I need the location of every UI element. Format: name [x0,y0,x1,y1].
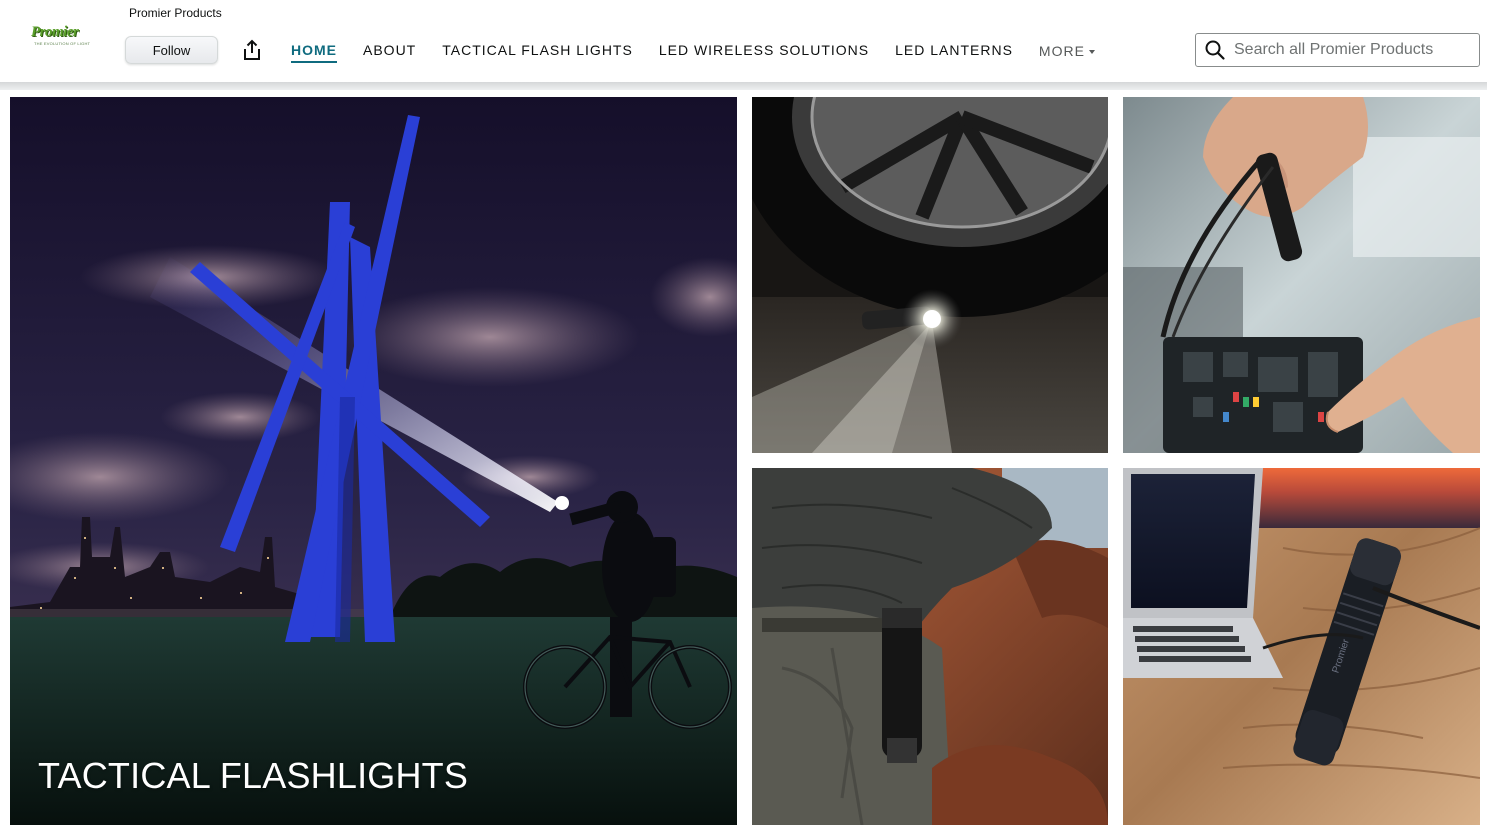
follow-button[interactable]: Follow [125,36,218,64]
store-search[interactable] [1195,33,1480,67]
brand-name[interactable]: Promier Products [129,6,222,20]
nav-led-lanterns[interactable]: LED LANTERNS [895,42,1013,63]
header-divider [0,82,1487,90]
tile-flashlight-fuse-box[interactable] [1123,97,1480,453]
caret-down-icon [1088,49,1095,54]
store-header: Promier THE EVOLUTION OF LIGHT Promier P… [0,0,1487,82]
logo-tagline: THE EVOLUTION OF LIGHT [34,41,91,46]
brand-logo[interactable]: Promier THE EVOLUTION OF LIGHT [31,24,97,48]
search-icon [1205,40,1225,60]
nav-home[interactable]: HOME [291,42,337,63]
tile-flashlight-under-car[interactable] [752,97,1108,453]
nav-about[interactable]: ABOUT [363,42,416,63]
tile-flashlight-laptop[interactable]: Promier [1123,468,1480,825]
tile-flashlight-pocket-clip-image [752,468,1108,825]
hero-tile-tactical-flashlights[interactable]: TACTICAL FLASHLIGHTS [10,97,737,825]
tile-flashlight-fuse-box-image [1123,97,1480,453]
logo-wordmark: Promier [31,24,79,40]
search-input[interactable] [1232,40,1476,60]
hero-image [10,97,737,825]
share-icon[interactable] [240,38,264,62]
nav-more-label: MORE [1038,43,1085,59]
nav-tactical-flash-lights[interactable]: TACTICAL FLASH LIGHTS [442,42,633,63]
hero-label: TACTICAL FLASHLIGHTS [38,755,469,796]
tile-flashlight-laptop-image: Promier [1123,468,1480,825]
tile-flashlight-under-car-image [752,97,1108,453]
nav-more[interactable]: MORE [1039,42,1095,63]
tile-flashlight-pocket-clip[interactable] [752,468,1108,825]
store-nav: HOME ABOUT TACTICAL FLASH LIGHTS LED WIR… [291,42,1095,63]
nav-led-wireless-solutions[interactable]: LED WIRELESS SOLUTIONS [659,42,869,63]
